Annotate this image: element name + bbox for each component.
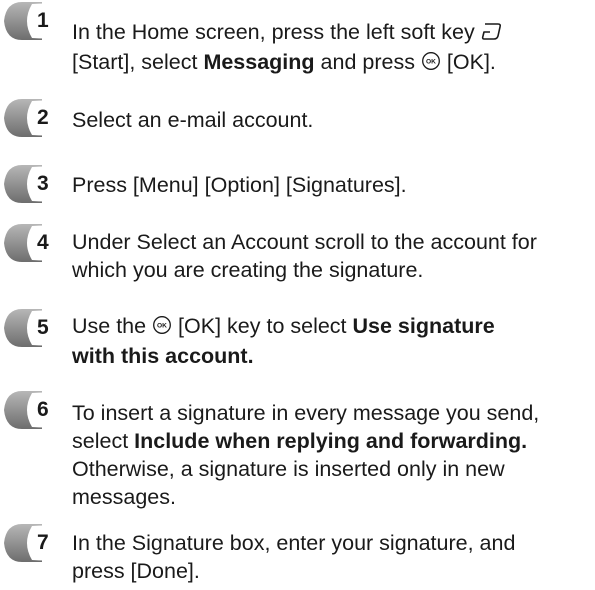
text-run: and press [314, 50, 421, 74]
step-text: Use the OK [OK] key to select Use signat… [72, 312, 587, 370]
badge-shape [4, 224, 60, 262]
bold-term: Include when replying and forwarding. [134, 429, 528, 453]
step-number-badge: 2 [2, 97, 60, 139]
text-run: Press [Menu] [Option] [Signatures]. [72, 173, 407, 197]
step-text-line: In the Signature box, enter your signatu… [72, 529, 587, 557]
step-number: 5 [37, 316, 49, 339]
badge-shape [4, 391, 60, 429]
ok-key-icon: OK [421, 50, 441, 78]
step-number-badge: 4 [2, 222, 60, 264]
step-text-line: Press [Menu] [Option] [Signatures]. [72, 171, 587, 199]
step-text: Under Select an Account scroll to the ac… [72, 228, 587, 284]
step-text-line: with this account. [72, 342, 587, 370]
svg-text:OK: OK [157, 323, 167, 330]
step-text-line: select Include when replying and forward… [72, 427, 587, 455]
step-number-badge: 1 [2, 0, 60, 42]
step-text: To insert a signature in every message y… [72, 399, 587, 511]
badge-shape [4, 2, 60, 40]
step-text-line: Otherwise, a signature is inserted only … [72, 455, 587, 483]
text-run: In the Home screen, press the left soft … [72, 20, 481, 44]
badge-shape [4, 309, 60, 347]
text-run: [OK]. [440, 50, 496, 74]
step-number: 4 [37, 231, 49, 254]
bold-term: with this account. [72, 344, 254, 368]
bold-term: Messaging [203, 50, 315, 74]
step-text-line: Select an e-mail account. [72, 106, 587, 134]
step-text-line: Under Select an Account scroll to the ac… [72, 228, 587, 256]
svg-text:OK: OK [426, 59, 436, 66]
text-run: In the Signature box, enter your signatu… [72, 531, 516, 555]
text-run: [OK] key to select [172, 314, 353, 338]
step-text: Select an e-mail account. [72, 106, 587, 134]
step-text-line: To insert a signature in every message y… [72, 399, 587, 427]
step-text-line: press [Done]. [72, 557, 587, 585]
text-run: Select an e-mail account. [72, 108, 314, 132]
start-soft-key-icon [481, 20, 503, 48]
step-number: 1 [37, 9, 49, 32]
step-text-line: In the Home screen, press the left soft … [72, 18, 587, 48]
text-run: press [Done]. [72, 559, 200, 583]
ok-key-icon: OK [152, 314, 172, 342]
text-run: To insert a signature in every message y… [72, 401, 540, 425]
step-text: In the Home screen, press the left soft … [72, 18, 587, 78]
text-run: Otherwise, a signature is inserted only … [72, 457, 505, 481]
step-number-badge: 5 [2, 307, 60, 349]
badge-shape [4, 165, 60, 203]
badge-shape [4, 99, 60, 137]
text-run: messages. [72, 485, 176, 509]
step-number: 2 [37, 106, 49, 129]
step-number-badge: 3 [2, 163, 60, 205]
text-run: Under Select an Account scroll to the ac… [72, 230, 537, 254]
badge-shape [4, 524, 60, 562]
text-run: select [72, 429, 135, 453]
text-run: which you are creating the signature. [72, 258, 424, 282]
step-text-line: Use the OK [OK] key to select Use signat… [72, 312, 587, 342]
step-number: 7 [37, 531, 49, 554]
step-text: In the Signature box, enter your signatu… [72, 529, 587, 585]
step-text: Press [Menu] [Option] [Signatures]. [72, 171, 587, 199]
bold-term: Use signature [352, 314, 495, 338]
step-text-line: [Start], select Messaging and press OK [… [72, 48, 587, 78]
step-number: 6 [37, 398, 49, 421]
step-text-line: messages. [72, 483, 587, 511]
step-number-badge: 7 [2, 522, 60, 564]
step-text-line: which you are creating the signature. [72, 256, 587, 284]
step-number: 3 [37, 172, 49, 195]
text-run: Use the [72, 314, 153, 338]
step-number-badge: 6 [2, 389, 60, 431]
text-run: [Start], select [72, 50, 204, 74]
